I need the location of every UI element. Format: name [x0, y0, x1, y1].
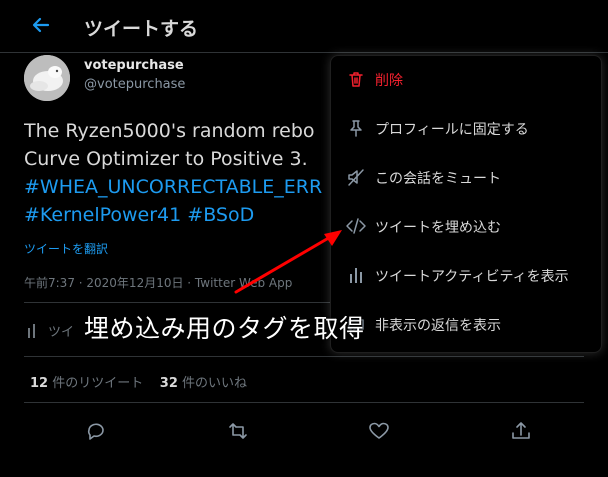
- bar-chart-icon: [28, 324, 35, 338]
- avatar[interactable]: [24, 55, 70, 101]
- display-name[interactable]: votepurchase: [84, 58, 184, 73]
- tweet-activity-link[interactable]: ツイ: [24, 318, 84, 346]
- hashtag-link[interactable]: #WHEA_UNCORRECTABLE_ERR: [24, 176, 322, 198]
- menu-item-mute-conversation[interactable]: この会話をミュート: [331, 154, 601, 203]
- divider: [24, 402, 584, 403]
- reply-button[interactable]: [82, 417, 110, 445]
- tweet-text: The Ryzen5000's random rebo Curve Optimi…: [24, 117, 354, 229]
- menu-item-label: ツイートを埋め込む: [375, 220, 501, 236]
- share-button[interactable]: [507, 417, 535, 445]
- menu-item-embed-tweet[interactable]: ツイートを埋め込む: [331, 203, 601, 252]
- pin-icon: [350, 120, 362, 137]
- trash-icon: [349, 72, 363, 87]
- retweet-icon: [229, 423, 247, 439]
- top-bar: ツイートする: [0, 0, 608, 53]
- tweet-text-line: Curve Optimizer to Positive 3.: [24, 148, 308, 170]
- menu-item-label: ツイートアクティビティを表示: [375, 269, 569, 285]
- hashtag-link[interactable]: #KernelPower41: [24, 204, 181, 226]
- translate-link[interactable]: ツイートを翻訳: [24, 240, 108, 257]
- like-button[interactable]: [365, 417, 393, 445]
- code-icon: [346, 218, 366, 234]
- tweet-text-line: The Ryzen5000's random rebo: [24, 120, 315, 142]
- like-count[interactable]: 32: [160, 376, 178, 391]
- tweet-more-menu: 削除 プロフィールに固定する この会話をミュート ツイートを埋め込む ツイートア…: [330, 55, 602, 353]
- retweet-label[interactable]: 件のリツイート: [52, 376, 143, 391]
- back-button[interactable]: [26, 10, 56, 40]
- menu-item-label: 削除: [375, 73, 403, 89]
- hashtag-link[interactable]: #BSoD: [187, 204, 254, 226]
- bar-chart-icon: [350, 268, 362, 283]
- like-label[interactable]: 件のいいね: [182, 376, 247, 391]
- menu-item-view-activity[interactable]: ツイートアクティビティを表示: [331, 252, 601, 301]
- user-handle[interactable]: @votepurchase: [84, 77, 185, 92]
- tweet-activity-label: ツイ: [48, 325, 75, 340]
- page-title: ツイートする: [84, 18, 199, 40]
- menu-item-label: プロフィールに固定する: [375, 122, 529, 138]
- tweet-meta: 午前7:37 · 2020年12月10日 · Twitter Web App: [24, 276, 293, 290]
- mute-icon: [348, 169, 364, 186]
- menu-item-delete[interactable]: 削除: [331, 56, 601, 105]
- annotation-label: 埋め込み用のタグを取得: [84, 314, 365, 343]
- retweet-count[interactable]: 12: [30, 376, 48, 391]
- share-icon: [512, 422, 530, 439]
- menu-item-pin[interactable]: プロフィールに固定する: [331, 105, 601, 154]
- menu-item-hidden-replies[interactable]: 非表示の返信を表示: [331, 301, 601, 350]
- tweet-stats: 12 件のリツイート 32 件のいいね: [30, 372, 247, 391]
- reply-icon: [87, 423, 104, 440]
- retweet-button[interactable]: [224, 417, 252, 445]
- heart-icon: [369, 422, 389, 439]
- menu-item-label: この会話をミュート: [375, 171, 501, 187]
- menu-item-label: 非表示の返信を表示: [375, 318, 501, 334]
- divider: [24, 356, 584, 357]
- arrow-left-icon: [32, 17, 50, 33]
- avatar-image: [24, 55, 70, 101]
